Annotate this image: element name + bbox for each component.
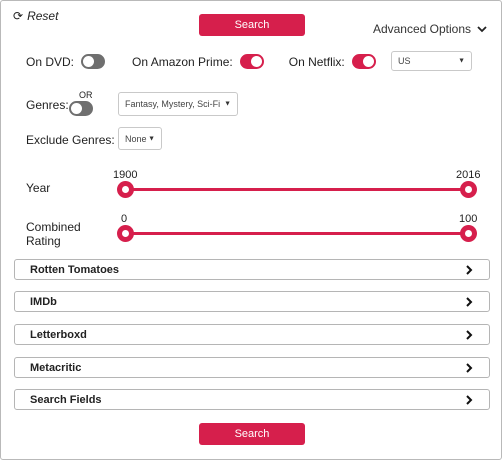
year-min-handle[interactable] [116, 181, 134, 198]
country-value: US [398, 56, 411, 66]
toggle-knob [250, 56, 262, 67]
advanced-options-label: Advanced Options [372, 22, 471, 36]
dvd-label: On DVD: [26, 54, 75, 69]
year-max-handle[interactable] [459, 181, 477, 198]
section-imdb[interactable]: IMDb [14, 291, 490, 312]
toggle-knob [71, 103, 82, 114]
year-slider-track[interactable] [125, 188, 468, 191]
advanced-options-toggle[interactable]: Advanced Options [373, 22, 487, 36]
section-label: IMDb [30, 295, 57, 308]
section-label: Rotten Tomatoes [30, 263, 120, 276]
amazon-prime-toggle[interactable] [239, 54, 264, 69]
netflix-label: On Netflix: [288, 54, 345, 69]
exclude-genres-value: None [125, 133, 147, 144]
rating-label-line1: Combined [26, 220, 81, 234]
reset-label: Reset [27, 9, 59, 23]
rating-label-line2: Rating [26, 234, 61, 248]
rating-min-handle[interactable] [116, 225, 134, 242]
exclude-genres-select[interactable]: None ▼ [118, 127, 162, 150]
amazon-prime-label: On Amazon Prime: [132, 54, 233, 69]
netflix-toggle[interactable] [351, 54, 376, 69]
country-select[interactable]: US ▼ [391, 51, 472, 71]
section-letterboxd[interactable]: Letterboxd [14, 324, 490, 345]
section-metacritic[interactable]: Metacritic [14, 357, 490, 378]
section-label: Search Fields [30, 393, 102, 406]
year-max-label: 2016 [456, 169, 481, 181]
rating-slider-track[interactable] [125, 232, 468, 235]
chevron-right-icon [466, 264, 473, 275]
chevron-right-icon [466, 362, 473, 373]
toggle-knob [362, 56, 374, 67]
section-label: Letterboxd [30, 328, 87, 341]
search-panel: ⟳ Reset Search Advanced Options On DVD: … [0, 0, 502, 460]
section-search-fields[interactable]: Search Fields [14, 389, 490, 410]
genres-select[interactable]: Fantasy, Mystery, Sci-Fi ▼ [118, 92, 238, 116]
genres-label: Genres: [26, 98, 69, 112]
chevron-right-icon [466, 329, 473, 340]
availability-row: On DVD: On Amazon Prime: On Netflix: [26, 54, 376, 69]
rating-max-label: 100 [459, 213, 478, 225]
chevron-down-icon: ▼ [458, 57, 465, 65]
genres-value: Fantasy, Mystery, Sci-Fi [125, 99, 221, 109]
toggle-knob [83, 56, 95, 67]
reset-link[interactable]: ⟳ Reset [13, 9, 58, 23]
rating-min-label: 0 [121, 213, 128, 225]
chevron-down-icon [477, 25, 487, 32]
chevron-down-icon: ▼ [224, 100, 231, 108]
refresh-icon: ⟳ [13, 9, 24, 23]
rating-max-handle[interactable] [459, 225, 477, 242]
chevron-right-icon [466, 296, 473, 307]
search-button-bottom[interactable]: Search [199, 423, 305, 445]
section-rotten-tomatoes[interactable]: Rotten Tomatoes [14, 259, 490, 280]
dvd-toggle[interactable] [81, 54, 106, 69]
chevron-down-icon: ▼ [148, 135, 155, 142]
exclude-genres-label: Exclude Genres: [26, 133, 115, 147]
genres-or-toggle[interactable] [69, 101, 93, 116]
year-label: Year [26, 181, 51, 195]
chevron-right-icon [466, 394, 473, 405]
search-button-top[interactable]: Search [199, 14, 305, 36]
section-label: Metacritic [30, 361, 82, 374]
year-min-label: 1900 [113, 169, 138, 181]
or-label: OR [79, 90, 93, 100]
